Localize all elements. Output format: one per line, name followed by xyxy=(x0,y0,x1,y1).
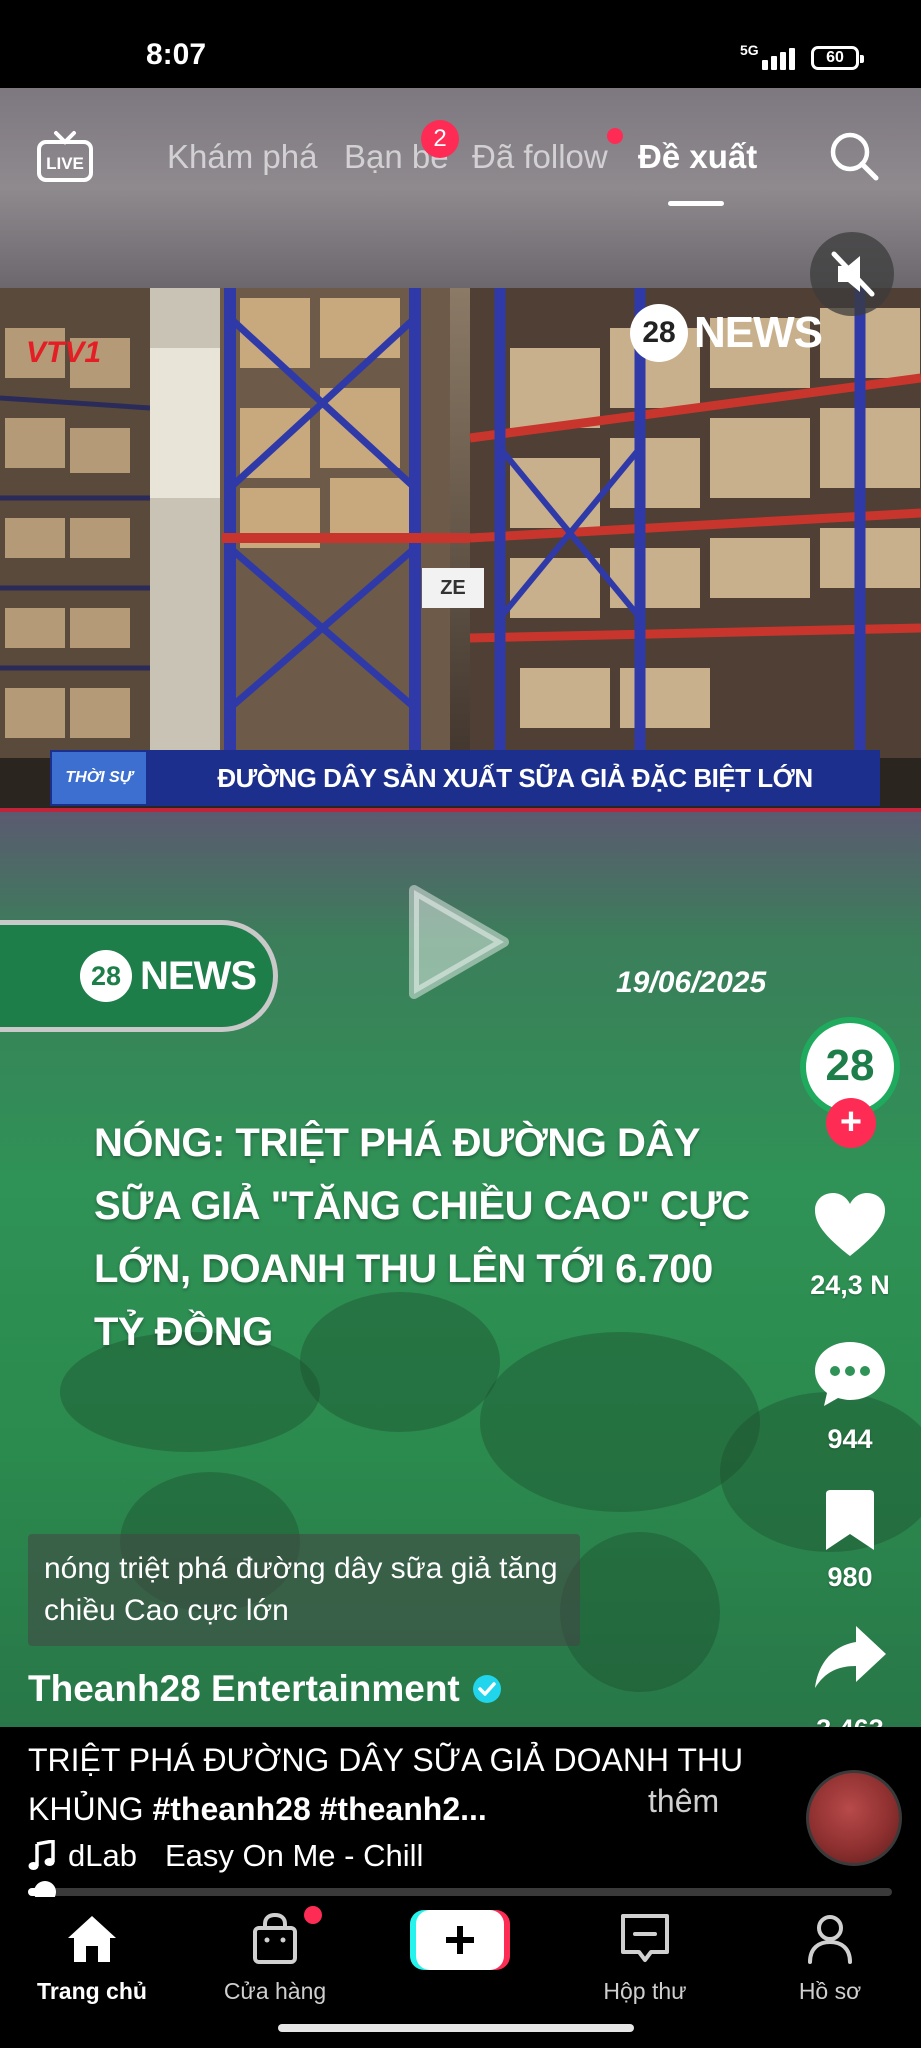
bookmark-icon xyxy=(826,1490,874,1550)
like-count: 24,3 N xyxy=(810,1270,890,1300)
live-button[interactable]: LIVE xyxy=(36,130,94,184)
bookmark-button[interactable] xyxy=(812,1488,888,1560)
like-button[interactable] xyxy=(812,1190,888,1262)
status-bar xyxy=(0,0,921,88)
music-disc[interactable] xyxy=(806,1770,902,1866)
vtv1-logo: VTV1 xyxy=(26,336,102,369)
news-text: NEWS xyxy=(694,308,823,357)
author-name-row[interactable]: Theanh28 Entertainment xyxy=(28,1668,502,1710)
ticker-text: ĐƯỜNG DÂY SẢN XUẤT SỮA GIẢ ĐẶC BIỆT LỚN xyxy=(217,763,813,793)
tab-for-you[interactable]: Đề xuất xyxy=(638,138,757,176)
post-description[interactable]: TRIỆT PHÁ ĐƯỜNG DÂY SỮA GIẢ DOANH THU KH… xyxy=(28,1736,748,1834)
nav-home[interactable]: Trang chủ xyxy=(12,1912,172,2005)
create-button[interactable] xyxy=(410,1908,510,1972)
live-tv-icon: LIVE xyxy=(37,131,93,182)
music-artist: dLab xyxy=(68,1838,137,1873)
signal-bar xyxy=(780,52,786,70)
news-badge: 28 xyxy=(630,304,688,362)
signal-bar xyxy=(789,48,795,70)
nav-inbox[interactable]: Hộp thư xyxy=(565,1912,725,2005)
author-name[interactable]: Theanh28 Entertainment xyxy=(28,1668,460,1710)
muted-speaker-icon xyxy=(831,251,875,297)
nav-profile-label: Hồ sơ xyxy=(798,1978,862,2004)
music-note-icon xyxy=(28,1840,55,1870)
plus-icon xyxy=(410,1910,510,1970)
home-indicator[interactable] xyxy=(278,2024,634,2032)
news-date: 19/06/2025 xyxy=(616,966,767,999)
network-type: 5G xyxy=(740,42,759,58)
mute-button[interactable] xyxy=(810,232,894,316)
bookmark-count: 980 xyxy=(827,1562,873,1592)
news-badge: 28 xyxy=(80,950,132,1002)
comment-icon xyxy=(815,1342,885,1406)
profile-icon xyxy=(808,1915,852,1964)
shop-notification-dot xyxy=(304,1906,322,1924)
28news-watermark: 28 NEWS xyxy=(630,298,823,368)
heart-icon xyxy=(815,1193,885,1256)
search-button[interactable] xyxy=(828,130,880,182)
follow-button[interactable]: + xyxy=(826,1098,876,1148)
see-more-link[interactable]: thêm xyxy=(648,1783,719,1820)
shopping-bag-icon xyxy=(253,1912,297,1964)
hashtags[interactable]: #theanh28 #theanh2... xyxy=(152,1791,486,1827)
news-text: NEWS xyxy=(140,953,257,998)
header-background xyxy=(0,88,921,288)
28news-logo: 28 NEWS xyxy=(80,950,257,1002)
inbox-icon xyxy=(621,1914,669,1962)
music-row[interactable]: dLab Easy On Me - Chill xyxy=(28,1838,423,1874)
comment-count: 944 xyxy=(827,1424,873,1454)
following-new-dot xyxy=(607,128,623,144)
battery-icon: 60 xyxy=(811,46,864,70)
verified-badge-icon xyxy=(472,1675,501,1703)
live-label: LIVE xyxy=(46,154,84,173)
signal-bar xyxy=(762,60,768,70)
play-icon xyxy=(409,885,509,999)
active-tab-indicator xyxy=(668,201,724,206)
home-icon xyxy=(68,1916,116,1962)
share-button[interactable] xyxy=(812,1622,888,1694)
nav-home-label: Trang chủ xyxy=(37,1978,147,2004)
nav-shop[interactable]: Cửa hàng xyxy=(195,1912,355,2005)
video-progress-track[interactable] xyxy=(28,1888,892,1896)
search-icon xyxy=(830,132,879,181)
tab-explore[interactable]: Khám phá xyxy=(167,138,317,176)
nav-shop-label: Cửa hàng xyxy=(223,1978,327,2004)
status-time: 8:07 xyxy=(146,38,207,71)
music-title: Easy On Me - Chill xyxy=(164,1838,424,1873)
share-icon xyxy=(815,1626,886,1688)
news-headline: NÓNG: TRIỆT PHÁ ĐƯỜNG DÂY SỮA GIẢ "TĂNG … xyxy=(94,1121,750,1354)
nav-inbox-label: Hộp thư xyxy=(603,1978,687,2004)
play-button[interactable] xyxy=(400,880,520,1010)
signal-bar xyxy=(771,56,777,70)
ticker-tag: THỜI SỰ xyxy=(52,752,146,804)
nav-profile[interactable]: Hồ sơ xyxy=(750,1912,910,2005)
comment-button[interactable] xyxy=(812,1338,888,1410)
tab-following[interactable]: Đã follow xyxy=(472,138,608,176)
friends-notification-badge: 2 xyxy=(421,120,459,158)
shelf-sign: ZE xyxy=(422,568,484,608)
map-shape xyxy=(560,1532,720,1692)
video-caption: nóng triệt phá đường dây sữa giả tăng ch… xyxy=(44,1552,558,1627)
